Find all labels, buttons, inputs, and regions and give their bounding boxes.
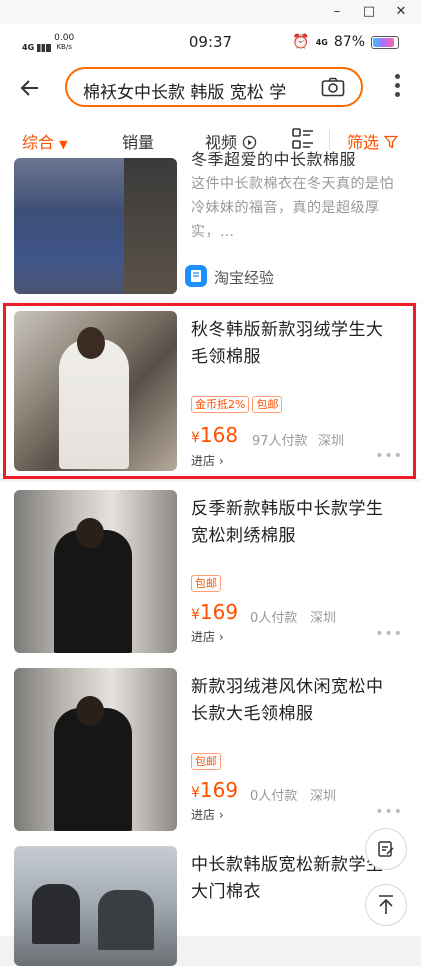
network-type: 4G [315,37,328,47]
product-price: ¥169 [191,600,238,624]
back-to-top-icon[interactable] [365,884,407,926]
price-currency: ¥ [191,607,200,623]
selection-highlight [3,303,416,479]
product-image[interactable] [14,490,177,653]
edit-note-icon[interactable] [365,828,407,870]
more-vertical-icon[interactable] [395,74,401,101]
product-title[interactable]: 新款羽绒港风休闲宽松中长款大毛领棉服 [191,674,396,728]
product-description: 这件中长款棉衣在冬天真的是怕冷妹妹的福音，真的是超级厚实，… [191,176,394,240]
search-input[interactable]: 棉袄女中长款 韩版 宽松 学 [83,78,291,103]
sold-count: 0人付款 [250,789,298,804]
source-label: 淘宝经验 [214,269,275,287]
status-icons: ⏰ 4G 87% [292,34,399,50]
shop-link[interactable]: 进店 › [191,806,224,823]
sort-sales[interactable]: 销量 [122,129,154,153]
product-tags: 包邮 [191,750,224,770]
price-value: 169 [199,600,239,624]
product-price: ¥169 [191,778,238,802]
price-value: 169 [199,778,239,802]
caret-down-icon: ▼ [59,138,68,151]
camera-icon[interactable] [321,77,345,97]
search-box[interactable]: 棉袄女中长款 韩版 宽松 学 [65,67,363,107]
price-currency: ¥ [191,785,200,801]
battery-percent: 87% [333,34,365,50]
more-options-icon[interactable]: ••• [375,804,403,820]
product-image[interactable] [14,846,177,966]
product-image[interactable] [14,668,177,831]
product-title[interactable]: 冬季超爱的中长款棉服 [191,146,396,166]
product-title[interactable]: 反季新款韩版中长款学生宽松刺绣棉服 [191,496,396,550]
search-header: 棉袄女中长款 韩版 宽松 学 [0,62,421,118]
location: 深圳 [310,789,337,804]
shop-link[interactable]: 进店 › [191,628,224,645]
sort-comprehensive[interactable]: 综合 ▼ [22,129,68,153]
location: 深圳 [310,611,337,626]
sort-comprehensive-label: 综合 [22,133,55,152]
alarm-icon: ⏰ [292,34,310,50]
tag: 包邮 [191,753,221,770]
tag: 包邮 [191,575,221,592]
maximize-button[interactable]: □ [358,2,380,22]
list-item[interactable]: 新款羽绒港风休闲宽松中长款大毛领棉服 包邮 ¥169 0人付款 深圳 进店 › … [0,660,421,838]
more-options-icon[interactable]: ••• [375,626,403,642]
battery-icon [371,35,399,49]
list-item[interactable]: 冬季超爱的中长款棉服 这件中长款棉衣在冬天真的是怕冷妹妹的福音，真的是超级厚实，… [0,150,421,302]
status-bar: 4G 0.00 KB/s 09:37 ⏰ 4G 87% [0,24,421,62]
minimize-button[interactable]: – [326,2,348,22]
arrow-left-icon[interactable] [18,76,42,104]
window-titlebar: – □ ✕ [0,0,421,24]
taobao-experience-icon [185,265,207,287]
list-item[interactable]: 反季新款韩版中长款学生宽松刺绣棉服 包邮 ¥169 0人付款 深圳 进店 › •… [0,482,421,660]
list-item[interactable]: 中长款韩版宽松新款学生大门棉衣 [0,838,421,966]
sold-count: 0人付款 [250,611,298,626]
product-tags: 包邮 [191,572,224,592]
close-button[interactable]: ✕ [390,2,412,22]
product-image[interactable] [14,158,177,294]
